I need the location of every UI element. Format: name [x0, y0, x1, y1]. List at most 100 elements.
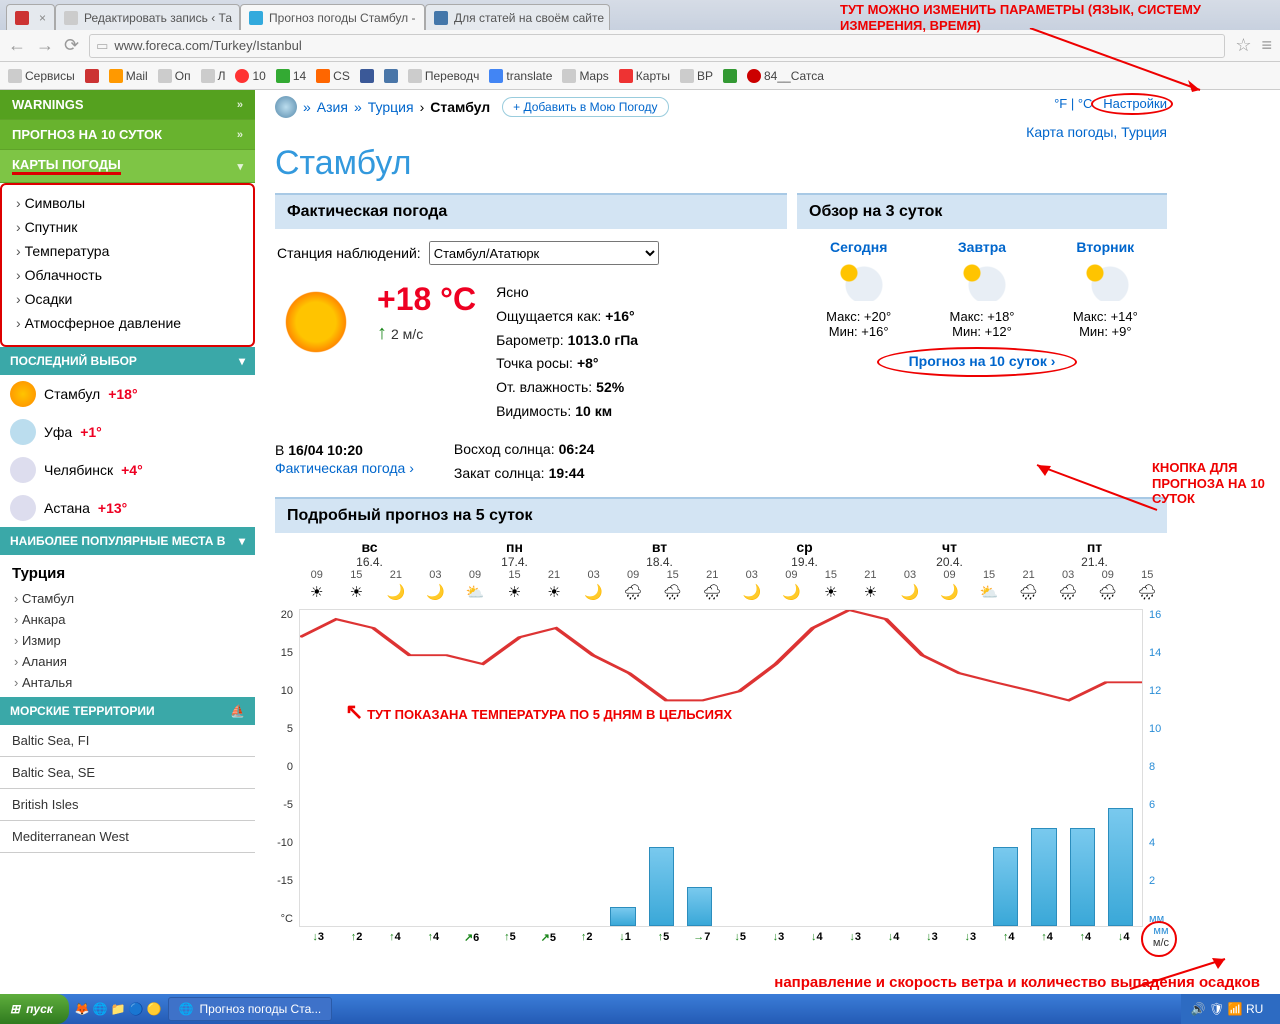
menu-button[interactable]: ≡: [1261, 35, 1272, 56]
sub-precip[interactable]: Осадки: [2, 287, 253, 311]
unit-labels: ммм/с: [1153, 925, 1169, 949]
bookmark[interactable]: [360, 69, 374, 83]
popular-item[interactable]: Стамбул: [0, 588, 255, 609]
popular-item[interactable]: Алания: [0, 651, 255, 672]
unit-settings: °F | °C Настройки: [1054, 96, 1167, 111]
crumb-turkey[interactable]: Турция: [368, 99, 414, 115]
taskbar-task[interactable]: 🌐Прогноз погоды Ста...: [168, 997, 333, 1021]
tab-1[interactable]: ×: [6, 4, 55, 30]
bookmark[interactable]: [384, 69, 398, 83]
sub-clouds[interactable]: Облачность: [2, 263, 253, 287]
bookmark[interactable]: Карты: [619, 69, 670, 83]
wind-row: ↓3↑2↑4↑4↗6↑5↗5↑2↓1↑5→7↓5↓3↓4↓3↓4↓3↓3↑4↑4…: [299, 931, 1143, 949]
add-my-weather[interactable]: + Добавить в Мою Погоду: [502, 97, 668, 117]
recent-item[interactable]: Уфа+1°: [0, 413, 255, 451]
bookmark[interactable]: CS: [316, 69, 350, 83]
tab-3[interactable]: Прогноз погоды Стамбул -×: [240, 4, 425, 30]
recent-item[interactable]: Стамбул+18°: [0, 375, 255, 413]
day-today[interactable]: СегодняМакс: +20°Мин: +16°: [826, 239, 891, 339]
sea-item[interactable]: Baltic Sea, SE: [0, 757, 255, 789]
tab-4[interactable]: Для статей на своём сайте×: [425, 4, 610, 30]
station-label: Станция наблюдений:: [277, 245, 421, 261]
bookmark[interactable]: Mail: [109, 69, 148, 83]
globe-icon: [275, 96, 297, 118]
forward-button[interactable]: →: [36, 35, 54, 56]
sidebar: WARNINGS» ПРОГНОЗ НА 10 СУТОК» КАРТЫ ПОГ…: [0, 90, 255, 949]
bookmark[interactable]: Оп: [158, 69, 191, 83]
recent-header: ПОСЛЕДНИЙ ВЫБОР▾: [0, 347, 255, 375]
bookmark[interactable]: 14: [276, 69, 306, 83]
current-temp: +18 °C: [377, 281, 476, 318]
recent-item[interactable]: Челябинск+4°: [0, 451, 255, 489]
day-tomorrow[interactable]: ЗавтраМакс: +18°Мин: +12°: [949, 239, 1014, 339]
back-button[interactable]: ←: [8, 35, 26, 56]
browser-tabs: × Редактировать запись ‹ Та× Прогноз пог…: [0, 0, 1280, 30]
crumb-city: Стамбул: [430, 99, 490, 115]
sub-symbols[interactable]: Символы: [2, 191, 253, 215]
popular-list: Турция Стамбул Анкара Измир Алания Антал…: [0, 555, 255, 697]
recent-item[interactable]: Астана+13°: [0, 489, 255, 527]
favicon: [249, 11, 263, 25]
bookmark[interactable]: Maps: [562, 69, 608, 83]
sea-item[interactable]: British Isles: [0, 789, 255, 821]
sub-pressure[interactable]: Атмосферное давление: [2, 311, 253, 335]
weather-icon: [957, 261, 1007, 301]
popular-header: НАИБОЛЕЕ ПОПУЛЯРНЫЕ МЕСТА В▾: [0, 527, 255, 555]
panel-header: Обзор на 3 суток: [797, 193, 1167, 229]
quick-launch-icon[interactable]: 🟡: [147, 1002, 162, 1016]
bookmark[interactable]: BP: [680, 69, 713, 83]
station-select[interactable]: Стамбул/Ататюрк: [429, 241, 659, 265]
quick-launch-icon[interactable]: 🌐: [93, 1002, 108, 1016]
nav-weather-maps[interactable]: КАРТЫ ПОГОДЫ▾: [0, 150, 255, 183]
favicon: [64, 11, 78, 25]
weather-icon: [1080, 261, 1130, 301]
taskbar: ⊞пуск 🦊 🌐 📁 🔵 🟡 🌐Прогноз погоды Ста... 🔊…: [0, 994, 1280, 1024]
weather-details: Ясно Ощущается как: +16° Барометр: 1013.…: [496, 281, 638, 424]
address-bar[interactable]: ▭www.foreca.com/Turkey/Istanbul: [89, 34, 1225, 58]
reload-button[interactable]: ⟳: [64, 35, 79, 56]
ten-day-forecast-link[interactable]: Прогноз на 10 суток ›: [909, 353, 1056, 369]
day-tuesday[interactable]: ВторникМакс: +14°Мин: +9°: [1073, 239, 1138, 339]
star-button[interactable]: ☆: [1235, 35, 1251, 56]
sea-item[interactable]: Baltic Sea, FI: [0, 725, 255, 757]
bookmark[interactable]: [723, 69, 737, 83]
popular-item[interactable]: Анталья: [0, 672, 255, 693]
favicon: [15, 11, 29, 25]
quick-launch-icon[interactable]: 🔵: [129, 1002, 144, 1016]
nav-ten-day[interactable]: ПРОГНОЗ НА 10 СУТОК»: [0, 120, 255, 150]
bookmark[interactable]: 10: [235, 69, 265, 83]
nav-submenu: Символы Спутник Температура Облачность О…: [0, 183, 255, 347]
weather-map-link[interactable]: Карта погоды, Турция: [1026, 124, 1167, 140]
bookmark[interactable]: Переводч: [408, 69, 480, 83]
bookmark[interactable]: 84__Сатса: [747, 69, 824, 83]
start-button[interactable]: ⊞пуск: [0, 994, 69, 1024]
sea-item[interactable]: Mediterranean West: [0, 821, 255, 853]
condition: Ясно: [496, 281, 638, 305]
popular-item[interactable]: Анкара: [0, 609, 255, 630]
nav-warnings[interactable]: WARNINGS»: [0, 90, 255, 120]
settings-link[interactable]: Настройки: [1103, 96, 1167, 111]
crumb-asia[interactable]: Азия: [317, 99, 348, 115]
bookmark[interactable]: translate: [489, 69, 552, 83]
actual-weather-link[interactable]: Фактическая погода ›: [275, 460, 414, 476]
bookmark[interactable]: Сервисы: [8, 69, 75, 83]
annotation-wind: направление и скорость ветра и количеств…: [520, 974, 1260, 992]
sea-list: Baltic Sea, FI Baltic Sea, SE British Is…: [0, 725, 255, 853]
sub-temperature[interactable]: Температура: [2, 239, 253, 263]
quick-launch-icon[interactable]: 📁: [111, 1002, 126, 1016]
wind-arrow-icon: ↑: [377, 322, 387, 345]
fahrenheit-link[interactable]: °F: [1054, 96, 1067, 111]
system-tray[interactable]: 🔊 🛡 📶 RU: [1181, 994, 1280, 1024]
sun-icon: [281, 287, 351, 357]
bookmark[interactable]: [85, 69, 99, 83]
actual-weather-panel: Фактическая погода Станция наблюдений: С…: [275, 193, 787, 485]
main-content: °F | °C Настройки »Азия »Турция ›Стамбул…: [255, 90, 1187, 949]
panel-header: Фактическая погода: [275, 193, 787, 229]
three-day-panel: Обзор на 3 суток СегодняМакс: +20°Мин: +…: [797, 193, 1167, 485]
sub-satellite[interactable]: Спутник: [2, 215, 253, 239]
bookmark[interactable]: Л: [201, 69, 226, 83]
tab-2[interactable]: Редактировать запись ‹ Та×: [55, 4, 240, 30]
quick-launch-icon[interactable]: 🦊: [75, 1002, 90, 1016]
popular-item[interactable]: Измир: [0, 630, 255, 651]
tab-label: Для статей на своём сайте: [454, 11, 604, 25]
